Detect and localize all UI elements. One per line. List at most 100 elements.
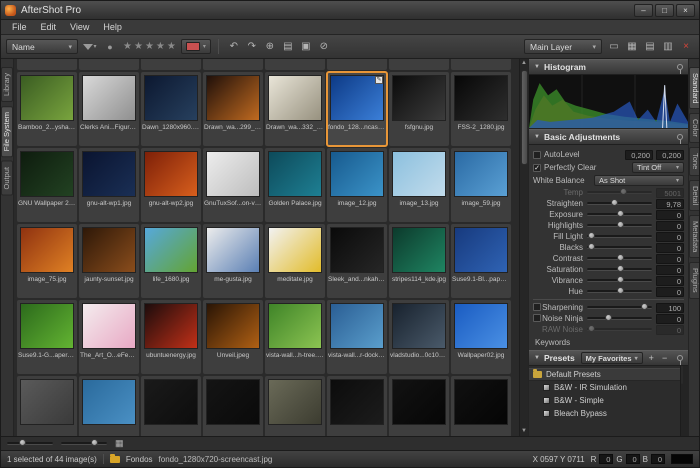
perfectly-clear-checkbox[interactable] xyxy=(533,164,541,172)
scroll-up-icon[interactable]: ▲ xyxy=(521,59,527,68)
slider-thumb[interactable] xyxy=(617,254,624,261)
thumbnail[interactable]: image_13.jpg xyxy=(389,148,449,222)
histogram-header[interactable]: ▼ Histogram xyxy=(529,59,688,75)
thumbnail[interactable] xyxy=(265,376,325,436)
star-icon[interactable]: ★ xyxy=(155,41,166,52)
close-button[interactable]: × xyxy=(676,4,695,17)
panel-tab-detail[interactable]: Detail xyxy=(689,180,700,211)
thumbnail[interactable]: Unveil.jpeg xyxy=(203,300,263,374)
highlights-slider[interactable] xyxy=(587,224,652,227)
thumbnail[interactable]: Sleek_and...nkahn.jpg xyxy=(327,224,387,298)
blacks-slider[interactable] xyxy=(587,246,652,249)
thumbnail[interactable]: Bamboo_2...ysha.jpg xyxy=(17,72,77,146)
noise-ninja-checkbox[interactable] xyxy=(533,314,541,322)
white-balance-dropdown[interactable]: As Shot ▾ xyxy=(594,175,684,186)
pin-icon[interactable] xyxy=(677,64,683,70)
split-view-icon[interactable]: ▥ xyxy=(660,39,676,55)
rotate-left-icon[interactable]: ↶ xyxy=(226,39,242,55)
straighten-slider[interactable] xyxy=(587,202,652,205)
thumbnail[interactable]: meditate.jpg xyxy=(265,224,325,298)
slider-thumb[interactable] xyxy=(620,188,627,195)
panel-tab-metadata[interactable]: Metadata xyxy=(689,215,700,258)
minimize-button[interactable]: – xyxy=(634,4,653,17)
vibrance-slider[interactable] xyxy=(587,279,652,282)
thumbnail[interactable]: The_Art_O...eFear.jpg xyxy=(79,300,139,374)
reject-icon[interactable]: ⊘ xyxy=(316,39,332,55)
preset-folder-default-presets[interactable]: Default Presets xyxy=(529,368,680,381)
thumbnail[interactable]: stripes114_kde.jpg xyxy=(389,224,449,298)
presets-scrollbar[interactable] xyxy=(680,366,688,436)
pin-icon[interactable] xyxy=(677,134,683,140)
grid-scrollbar[interactable]: ▲ ▼ xyxy=(519,59,528,436)
contrast-slider[interactable] xyxy=(587,257,652,260)
sort-dropdown[interactable]: Name ▾ xyxy=(6,39,78,54)
slider-thumb[interactable] xyxy=(641,303,648,310)
menu-edit[interactable]: Edit xyxy=(34,22,64,32)
thumbnail[interactable] xyxy=(141,376,201,436)
thumbnail[interactable]: Suse9.1-G...apers.jpg xyxy=(17,300,77,374)
thumbnail[interactable]: .jpg xyxy=(389,59,449,70)
star-icon[interactable]: ★ xyxy=(144,41,155,52)
thumbnail[interactable]: Dawn_1280x960.jpg xyxy=(141,72,201,146)
thumbnail-size-slider[interactable] xyxy=(7,442,53,445)
layer-dropdown[interactable]: Main Layer ▾ xyxy=(524,39,602,54)
thumbnail[interactable]: Clerks Ani...Figure.jpg xyxy=(79,72,139,146)
slider-thumb[interactable] xyxy=(91,439,98,446)
hue-slider[interactable] xyxy=(587,290,652,293)
sidebar-tab-library[interactable]: Library xyxy=(1,67,13,102)
temp-slider[interactable] xyxy=(587,191,652,194)
monitor-icon[interactable]: ▭ xyxy=(606,39,622,55)
thumbnail[interactable]: Wallpaper02.jpg xyxy=(451,300,511,374)
panel-tab-standard[interactable]: Standard xyxy=(689,67,700,109)
clear-rating-button[interactable]: ● xyxy=(102,39,118,55)
thumbnail[interactable]: me-gusta.jpg xyxy=(203,224,263,298)
panel-tab-tone[interactable]: Tone xyxy=(689,147,700,175)
thumbnail[interactable] xyxy=(17,376,77,436)
list-view-icon[interactable]: ▤ xyxy=(642,39,658,55)
slider-thumb[interactable] xyxy=(588,325,595,332)
add-preset-button[interactable]: + xyxy=(647,353,656,363)
slider-thumb[interactable] xyxy=(617,265,624,272)
maximize-button[interactable]: □ xyxy=(655,4,674,17)
presets-header[interactable]: ▼ Presets My Favorites ▾ + − xyxy=(529,350,688,366)
scrollbar-thumb[interactable] xyxy=(521,70,528,165)
fill-light-slider[interactable] xyxy=(587,235,652,238)
slider-thumb[interactable] xyxy=(588,243,595,250)
thumbnail[interactable]: fsfgnu.jpg xyxy=(389,72,449,146)
thumbnail[interactable]: vista-wall...r-dock.jpg xyxy=(327,300,387,374)
thumbnail[interactable]: Golden Palace.jpg xyxy=(265,148,325,222)
autolevel-value-2[interactable]: 0,200 xyxy=(656,150,684,160)
slider-thumb[interactable] xyxy=(19,439,26,446)
menu-view[interactable]: View xyxy=(63,22,96,32)
current-folder[interactable]: Fondos xyxy=(126,455,153,464)
thumbnail[interactable]: life_1680.jpg xyxy=(141,224,201,298)
rotate-right-icon[interactable]: ↷ xyxy=(244,39,260,55)
menu-file[interactable]: File xyxy=(5,22,34,32)
raw-noise-slider[interactable] xyxy=(587,328,652,331)
favorites-dropdown[interactable]: My Favorites ▾ xyxy=(581,352,643,364)
slider-thumb[interactable] xyxy=(588,232,595,239)
slideshow-icon[interactable]: ▤ xyxy=(280,39,296,55)
saturation-slider[interactable] xyxy=(587,268,652,271)
noise-ninja-slider[interactable] xyxy=(587,317,652,320)
thumbnail[interactable] xyxy=(79,376,139,436)
filter-button[interactable]: ▾ xyxy=(82,39,98,55)
preset-item-b-w-simple[interactable]: B&W - Simple xyxy=(529,394,680,407)
star-icon[interactable]: ★ xyxy=(133,41,144,52)
thumbnail[interactable]: image_59.jpg xyxy=(451,148,511,222)
thumbnail[interactable]: vladstudio...0c1024.jpg xyxy=(389,300,449,374)
thumbnail[interactable]: jaunty-sunset.jpg xyxy=(79,224,139,298)
scroll-down-icon[interactable]: ▼ xyxy=(521,427,527,436)
thumbnail[interactable]: .jpg xyxy=(265,59,325,70)
thumbnail-view-icon[interactable]: ▦ xyxy=(624,39,640,55)
thumbnail[interactable]: ✎fondo_128...ncast.jpg xyxy=(327,72,387,146)
thumbnail[interactable]: GNU Wallpaper 2.jpg xyxy=(17,148,77,222)
preset-item-bleach-bypass[interactable]: Bleach Bypass xyxy=(529,407,680,420)
thumbnail[interactable]: .jpg xyxy=(79,59,139,70)
panel-tab-plugins[interactable]: Plugins xyxy=(689,262,700,299)
slider-thumb[interactable] xyxy=(617,221,624,228)
slider-thumb[interactable] xyxy=(617,287,624,294)
capture-icon[interactable]: ▣ xyxy=(298,39,314,55)
thumbnail[interactable] xyxy=(203,376,263,436)
thumbnail[interactable]: .jpg xyxy=(141,59,201,70)
